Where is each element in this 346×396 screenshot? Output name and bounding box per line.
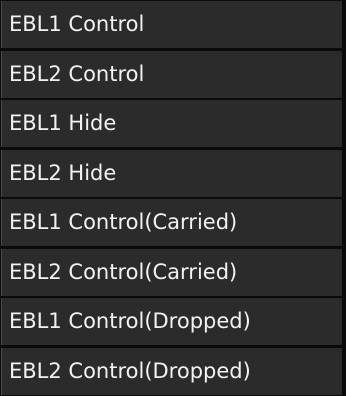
menu-item-ebl2-control-carried[interactable]: EBL2 Control(Carried) [1,248,342,296]
menu-item-ebl1-control-dropped[interactable]: EBL1 Control(Dropped) [1,298,342,345]
ebl-context-menu: EBL1 Control EBL2 Control EBL1 Hide EBL2… [0,0,346,396]
menu-item-ebl1-control-carried[interactable]: EBL1 Control(Carried) [1,199,342,246]
menu-item-ebl2-control[interactable]: EBL2 Control [1,50,342,98]
menu-item-ebl1-hide[interactable]: EBL1 Hide [1,100,342,147]
menu-item-ebl1-control[interactable]: EBL1 Control [1,1,342,48]
menu-item-ebl2-hide[interactable]: EBL2 Hide [1,149,342,197]
menu-item-ebl2-control-dropped[interactable]: EBL2 Control(Dropped) [1,347,342,395]
